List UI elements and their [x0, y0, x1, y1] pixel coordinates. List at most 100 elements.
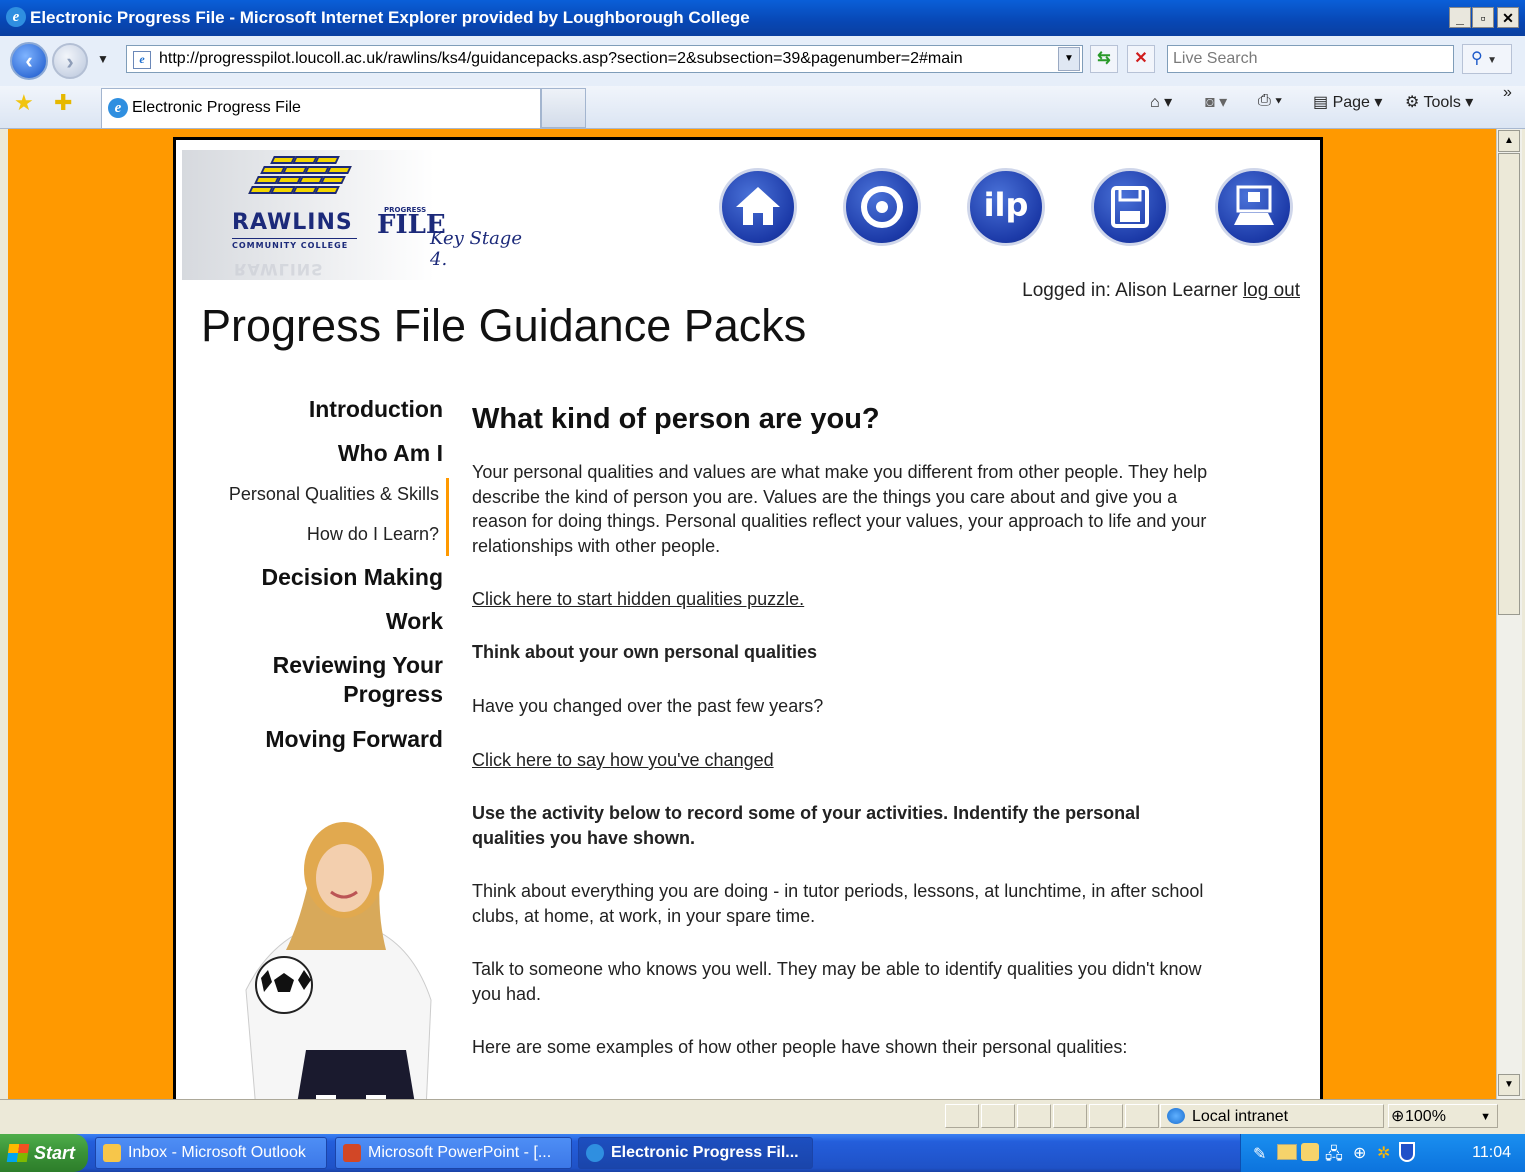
sidebar-item-reviewing-your-progress[interactable]: Reviewing Your Progress: [273, 652, 443, 708]
search-button[interactable]: ⚲ ▼: [1462, 44, 1512, 74]
tools-menu-label: Tools: [1423, 94, 1461, 111]
tray-reminder-icon[interactable]: [1301, 1143, 1319, 1161]
talk-paragraph: Talk to someone who knows you well. They…: [472, 957, 1272, 1006]
address-bar[interactable]: e http://progresspilot.loucoll.ac.uk/raw…: [126, 45, 1083, 73]
examples-paragraph: Here are some examples of how other peop…: [472, 1037, 1128, 1057]
page-menu[interactable]: ▤ Page ▾: [1313, 92, 1382, 112]
address-dropdown-icon[interactable]: ▼: [1058, 47, 1080, 71]
favorites-star-icon[interactable]: ★: [14, 90, 34, 116]
taskbar-item-label: Inbox - Microsoft Outlook: [128, 1144, 306, 1161]
sidebar-item-decision-making[interactable]: Decision Making: [262, 564, 443, 591]
intro-line: Your personal qualities and values are w…: [472, 462, 1208, 482]
logo-key-stage: Key Stage 4.: [430, 228, 522, 270]
say-how-changed-link[interactable]: Click here to say how you've changed: [472, 750, 774, 770]
new-tab-button[interactable]: [541, 88, 586, 128]
feeds-icon[interactable]: ◙ ▾: [1205, 92, 1227, 112]
save-icon: [1111, 186, 1149, 228]
intro-line: relationships with other people.: [472, 535, 721, 556]
window-title: Electronic Progress File - Microsoft Int…: [30, 8, 750, 27]
logo-name: RAWLINS: [232, 210, 353, 235]
tray-shield-icon[interactable]: [1399, 1142, 1415, 1162]
sidebar-item-work[interactable]: Work: [386, 608, 443, 635]
print-icon[interactable]: ⎙ ▾: [1258, 92, 1282, 110]
minimize-button[interactable]: _: [1449, 7, 1471, 28]
taskbar-ie-progress-file[interactable]: Electronic Progress Fil...: [578, 1137, 813, 1169]
ilp-icon: ilp: [983, 186, 1029, 224]
stop-button[interactable]: ✕: [1127, 45, 1155, 73]
status-cell: [1125, 1104, 1159, 1128]
outlook-icon: [103, 1144, 121, 1162]
zoom-level: 100%: [1405, 1108, 1446, 1125]
think-heading: Think about your own personal qualities: [472, 642, 818, 662]
talk-line: Talk to someone who knows you well. They…: [472, 959, 1202, 979]
tray-mail-icon[interactable]: [1277, 1144, 1297, 1160]
zoom-dropdown-icon: ▼: [1480, 1111, 1491, 1123]
target-nav-button[interactable]: [843, 168, 921, 246]
scroll-down-button[interactable]: ▼: [1498, 1074, 1520, 1096]
windows-logo-icon: [6, 1144, 30, 1162]
add-favorites-icon[interactable]: ✚: [54, 90, 72, 116]
tab-electronic-progress-file[interactable]: e Electronic Progress File: [101, 88, 541, 128]
logo-reflection: RAWLINS: [234, 260, 324, 279]
vertical-scrollbar[interactable]: ▲ ▼: [1496, 129, 1522, 1099]
tray-pen-icon[interactable]: ✎: [1253, 1144, 1266, 1164]
status-cell: [1017, 1104, 1051, 1128]
status-cell: [945, 1104, 979, 1128]
content-heading: What kind of person are you?: [472, 403, 880, 435]
logout-link[interactable]: log out: [1243, 280, 1300, 301]
search-input[interactable]: Live Search: [1167, 45, 1454, 73]
hidden-qualities-puzzle-link[interactable]: Click here to start hidden qualities puz…: [472, 589, 804, 609]
think-line: Think about everything you are doing - i…: [472, 881, 1204, 901]
tools-menu[interactable]: ⚙ Tools ▾: [1405, 92, 1473, 112]
forward-button[interactable]: ›: [52, 43, 88, 79]
tray-network-icon[interactable]: 🖧: [1325, 1143, 1343, 1170]
close-button[interactable]: ✕: [1497, 7, 1519, 28]
ilp-nav-button[interactable]: ilp: [967, 168, 1045, 246]
tab-label: Electronic Progress File: [132, 99, 301, 116]
more-chevron-icon[interactable]: »: [1503, 84, 1512, 102]
rawlins-logo: RAWLINS COMMUNITY COLLEGE PROGRESS FILE …: [182, 150, 542, 280]
sidebar-subitem-personal-qualities[interactable]: Personal Qualities & Skills: [229, 484, 439, 505]
maximize-button[interactable]: ▫: [1472, 7, 1494, 28]
home-toolbar-icon[interactable]: ⌂ ▾: [1150, 92, 1172, 112]
zone-label: Local intranet: [1192, 1108, 1289, 1125]
taskbar-powerpoint[interactable]: Microsoft PowerPoint - [...: [335, 1137, 572, 1169]
sidebar-item-who-am-i[interactable]: Who Am I: [338, 440, 443, 467]
sidebar-item-moving-forward[interactable]: Moving Forward: [265, 726, 443, 753]
tray-globe-icon[interactable]: ⊕: [1353, 1143, 1366, 1163]
changed-question: Have you changed over the past few years…: [472, 696, 824, 716]
start-button[interactable]: Start: [0, 1134, 88, 1172]
security-zone: Local intranet: [1160, 1104, 1384, 1128]
logged-in-status: Logged in: Alison Learner log out: [1022, 280, 1300, 302]
page-menu-label: Page: [1332, 94, 1370, 111]
page-viewport: RAWLINS COMMUNITY COLLEGE PROGRESS FILE …: [8, 129, 1496, 1099]
tray-people-icon[interactable]: ✲: [1377, 1143, 1390, 1163]
home-nav-button[interactable]: [719, 168, 797, 246]
refresh-button[interactable]: ⇆: [1090, 45, 1118, 73]
sidebar-item-introduction[interactable]: Introduction: [309, 396, 443, 423]
scrollbar-thumb[interactable]: [1498, 153, 1520, 615]
talk-line: you had.: [472, 983, 542, 1004]
sidebar-item-label: Progress: [343, 681, 443, 707]
logo-subtitle: COMMUNITY COLLEGE: [232, 238, 357, 250]
back-button[interactable]: ‹: [10, 42, 48, 80]
history-dropdown-icon[interactable]: ▼: [97, 52, 109, 66]
activity-line: qualities you have shown.: [472, 827, 696, 848]
taskbar-item-label: Electronic Progress Fil...: [611, 1144, 799, 1161]
activity-instructions: Use the activity below to record some of…: [472, 801, 1272, 850]
save-nav-button[interactable]: [1091, 168, 1169, 246]
home-icon: [736, 187, 780, 225]
window-title-bar[interactable]: e Electronic Progress File - Microsoft I…: [0, 0, 1525, 36]
presentation-nav-button[interactable]: [1215, 168, 1293, 246]
gear-icon: ⚙: [1405, 94, 1424, 111]
search-icon: ⚲: [1471, 50, 1483, 67]
think-paragraph: Think about everything you are doing - i…: [472, 879, 1272, 928]
sidebar-subitem-how-do-i-learn[interactable]: How do I Learn?: [307, 524, 439, 545]
submenu-indicator-bar: [446, 478, 449, 556]
status-cell: [1053, 1104, 1087, 1128]
taskbar-clock[interactable]: 11:04: [1472, 1144, 1511, 1162]
zoom-control[interactable]: ⊕ 100% ▼: [1388, 1104, 1498, 1128]
sidebar-item-label: Reviewing Your: [272, 652, 443, 678]
scroll-up-button[interactable]: ▲: [1498, 130, 1520, 152]
taskbar-outlook[interactable]: Inbox - Microsoft Outlook: [95, 1137, 327, 1169]
